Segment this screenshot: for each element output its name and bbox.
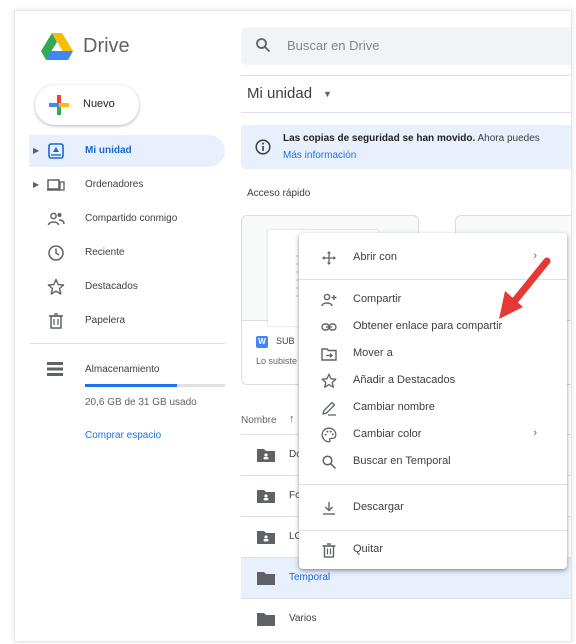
- chevron-down-icon[interactable]: ▼: [323, 89, 332, 99]
- expand-caret-icon[interactable]: ▶: [33, 146, 39, 155]
- card-subtitle: Lo subiste: [256, 356, 298, 366]
- breadcrumb[interactable]: Mi unidad: [247, 85, 312, 102]
- menu-item-label: Abrir con: [353, 251, 398, 263]
- menu-item-quitar[interactable]: Quitar: [299, 537, 567, 563]
- add-person-icon: [321, 293, 337, 307]
- menu-item-label: Mover a: [353, 347, 393, 359]
- sidebar-item-papelera[interactable]: Papelera: [29, 305, 225, 337]
- storage-progress-bar: [85, 384, 225, 387]
- star-icon: [47, 278, 65, 295]
- drive-window: Drive Buscar en Drive Nuevo ▶ Mi unidad …: [14, 10, 572, 642]
- storage-icon[interactable]: [47, 362, 63, 376]
- sort-arrow-icon[interactable]: ↑: [289, 413, 295, 425]
- shared-folder-icon: [257, 490, 275, 503]
- sidebar-item-compartido[interactable]: Compartido conmigo: [29, 203, 225, 235]
- file-row-name: Temporal: [289, 572, 331, 583]
- plus-icon: [49, 95, 69, 115]
- computers-icon: [47, 179, 65, 191]
- pencil-icon: [322, 401, 336, 416]
- sidebar-item-label: Reciente: [85, 247, 125, 258]
- sidebar-item-destacados[interactable]: Destacados: [29, 271, 225, 303]
- banner-normal-text: Ahora puedes: [475, 133, 540, 144]
- menu-item-label: Añadir a Destacados: [353, 374, 456, 386]
- link-icon: [321, 323, 337, 331]
- menu-item-label: Cambiar nombre: [353, 401, 435, 413]
- search-placeholder[interactable]: Buscar en Drive: [287, 38, 379, 53]
- menu-item-label: Buscar en Temporal: [353, 455, 451, 467]
- menu-item-label: Obtener enlace para compartir: [353, 320, 503, 332]
- sidebar-item-label: Papelera: [85, 315, 126, 326]
- sidebar-item-reciente[interactable]: Reciente: [29, 237, 225, 269]
- new-button-label: Nuevo: [83, 98, 115, 110]
- sidebar-item-label: Compartido conmigo: [85, 213, 178, 224]
- menu-item-label: Quitar: [353, 543, 383, 555]
- download-icon: [323, 502, 335, 515]
- trash-icon: [322, 543, 336, 558]
- storage-used-text: 20,6 GB de 31 GB usado: [85, 397, 197, 408]
- word-doc-icon: W: [256, 336, 268, 348]
- star-icon: [321, 373, 337, 388]
- info-banner: Las copias de seguridad se han movido. A…: [241, 125, 571, 169]
- menu-item-label: Descargar: [353, 501, 404, 513]
- menu-item-descargar[interactable]: Descargar: [299, 495, 567, 521]
- search-bar[interactable]: Buscar en Drive: [241, 27, 571, 65]
- move-arrows-icon: [322, 251, 336, 265]
- drive-logo-icon[interactable]: [41, 33, 73, 61]
- sidebar-item-label: Destacados: [85, 281, 138, 292]
- quick-access-label: Acceso rápido: [247, 188, 311, 199]
- menu-item-destacados[interactable]: Añadir a Destacados: [299, 368, 567, 394]
- menu-item-buscar[interactable]: Buscar en Temporal: [299, 449, 567, 475]
- storage-label[interactable]: Almacenamiento: [85, 364, 159, 375]
- menu-item-cambiar-nombre[interactable]: Cambiar nombre: [299, 395, 567, 421]
- expand-caret-icon[interactable]: ▶: [33, 180, 39, 189]
- sidebar-item-label: Ordenadores: [85, 179, 144, 190]
- folder-icon: [257, 613, 275, 626]
- shared-folder-icon: [257, 449, 275, 462]
- banner-bold-text: Las copias de seguridad se han movido.: [283, 133, 476, 144]
- menu-divider: [299, 484, 567, 485]
- search-icon: [322, 455, 337, 470]
- menu-item-mover-a[interactable]: Mover a: [299, 341, 567, 367]
- sidebar-divider: [29, 343, 225, 344]
- file-row-name: Varios: [289, 613, 317, 624]
- annotation-arrow-icon: [499, 257, 551, 319]
- shared-folder-icon: [257, 531, 275, 544]
- menu-item-cambiar-color[interactable]: Cambiar color ›: [299, 422, 567, 448]
- folder-icon: [257, 572, 275, 585]
- sidebar-item-ordenadores[interactable]: ▶ Ordenadores: [29, 169, 225, 201]
- main-divider: [241, 112, 571, 113]
- storage-progress-fill: [85, 384, 178, 387]
- info-icon: [255, 139, 271, 155]
- header-divider: [241, 75, 571, 76]
- menu-item-label: Cambiar color: [353, 428, 422, 440]
- list-column-name[interactable]: Nombre: [241, 415, 277, 426]
- app-name[interactable]: Drive: [83, 35, 130, 58]
- submenu-arrow-icon: ›: [533, 427, 537, 439]
- banner-text: Las copias de seguridad se han movido. A…: [283, 133, 540, 144]
- sidebar-item-mi-unidad[interactable]: ▶ Mi unidad: [29, 135, 225, 167]
- more-info-link[interactable]: Más información: [283, 150, 356, 161]
- move-to-folder-icon: [321, 348, 337, 361]
- menu-divider: [299, 530, 567, 531]
- new-button[interactable]: Nuevo: [35, 85, 139, 125]
- file-row-varios[interactable]: Varios: [241, 599, 571, 639]
- drive-icon: [48, 143, 64, 159]
- search-icon[interactable]: [255, 37, 271, 53]
- trash-icon: [49, 313, 63, 329]
- menu-item-label: Compartir: [353, 293, 402, 305]
- buy-storage-link[interactable]: Comprar espacio: [85, 430, 161, 441]
- shared-people-icon: [47, 212, 65, 226]
- clock-icon: [48, 245, 64, 261]
- card-file-name: SUB: [276, 336, 295, 346]
- palette-icon: [321, 427, 337, 443]
- sidebar-item-label: Mi unidad: [85, 145, 132, 156]
